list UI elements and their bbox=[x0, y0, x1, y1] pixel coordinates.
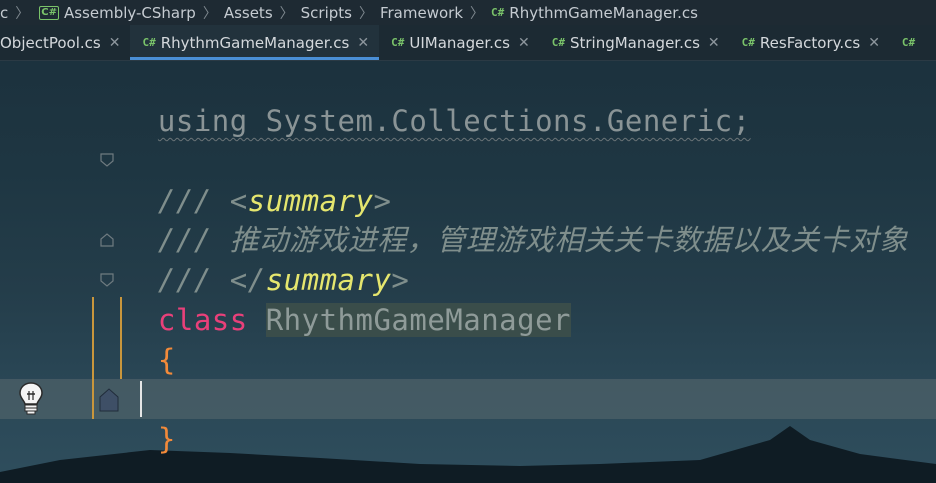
code-line-class-declaration[interactable]: class RhythmGameManager bbox=[122, 260, 572, 337]
csharp-file-icon: C# bbox=[551, 36, 565, 49]
tab-label: ObjectPool.cs bbox=[0, 33, 101, 52]
close-icon[interactable]: ✕ bbox=[708, 35, 720, 51]
close-icon[interactable]: ✕ bbox=[868, 35, 880, 51]
tab-resfactory[interactable]: C# ResFactory.cs ✕ bbox=[730, 25, 890, 60]
tab-label: StringManager.cs bbox=[569, 33, 700, 52]
fold-icon[interactable] bbox=[100, 153, 114, 167]
fold-icon[interactable] bbox=[100, 273, 114, 287]
breadcrumb: c 〉 C# Assembly-CSharp 〉 Assets 〉 Scripts 〉 F… bbox=[0, 0, 936, 25]
tab-stringmanager[interactable]: C# StringManager.cs ✕ bbox=[540, 25, 730, 60]
using-directive: using System.Collections.Generic; bbox=[157, 104, 751, 138]
code-line-doc-comment[interactable]: /// 推动游戏进程，管理游戏相关关卡数据以及关卡对象 bbox=[122, 180, 908, 257]
breadcrumb-item[interactable]: Assets 〉 bbox=[224, 3, 301, 23]
text-caret bbox=[140, 381, 142, 417]
chevron-right-icon: 〉 bbox=[202, 5, 217, 22]
tab-rhythmgamemanager[interactable]: C# RhythmGameManager.cs ✕ bbox=[130, 25, 380, 60]
chevron-right-icon: 〉 bbox=[358, 5, 373, 22]
close-brace: } bbox=[157, 422, 176, 456]
code-line-open-brace[interactable]: { bbox=[122, 300, 176, 377]
change-marker-gutter bbox=[92, 297, 94, 419]
editor-tab-bar: ObjectPool.cs ✕ C# RhythmGameManager.cs … bbox=[0, 25, 936, 61]
csharp-file-icon: C# bbox=[39, 5, 59, 20]
fold-icon[interactable] bbox=[100, 233, 114, 247]
tab-overflow[interactable]: C# bbox=[890, 25, 930, 60]
csharp-file-icon: C# bbox=[491, 6, 505, 19]
breadcrumb-item[interactable]: Framework 〉 bbox=[380, 3, 491, 23]
class-name: RhythmGameManager bbox=[265, 303, 572, 337]
csharp-file-icon: C# bbox=[901, 36, 916, 49]
breadcrumb-item[interactable]: c 〉 bbox=[0, 3, 36, 23]
tab-label: RhythmGameManager.cs bbox=[160, 33, 350, 52]
code-line-summary-open[interactable]: /// <summary> bbox=[122, 141, 391, 218]
chevron-right-icon: 〉 bbox=[15, 5, 30, 22]
code-line-using[interactable]: using System.Collections.Generic; bbox=[122, 61, 751, 138]
lightbulb-icon[interactable] bbox=[16, 380, 46, 418]
csharp-file-icon: C# bbox=[391, 36, 405, 49]
chevron-right-icon: 〉 bbox=[470, 5, 485, 22]
breadcrumb-item[interactable]: Scripts 〉 bbox=[301, 3, 380, 23]
tab-label: ResFactory.cs bbox=[759, 33, 861, 52]
csharp-file-icon: C# bbox=[741, 36, 755, 49]
close-icon[interactable]: ✕ bbox=[518, 35, 530, 51]
close-icon[interactable]: ✕ bbox=[109, 35, 121, 51]
tab-label: UIManager.cs bbox=[409, 33, 510, 52]
chevron-right-icon: 〉 bbox=[279, 5, 294, 22]
code-line-close-brace[interactable]: } bbox=[122, 379, 176, 456]
open-brace: { bbox=[157, 343, 176, 377]
tab-objectpool[interactable]: ObjectPool.cs ✕ bbox=[0, 25, 130, 60]
csharp-file-icon: C# bbox=[142, 36, 156, 49]
tab-uimanager[interactable]: C# UIManager.cs ✕ bbox=[379, 25, 540, 60]
breadcrumb-item[interactable]: C# RhythmGameManager.cs bbox=[491, 4, 698, 22]
close-icon[interactable]: ✕ bbox=[357, 35, 369, 51]
code-line-summary-close[interactable]: /// </summary> bbox=[122, 220, 409, 297]
breadcrumb-item[interactable]: C# Assembly-CSharp 〉 bbox=[36, 3, 224, 23]
bookmark-icon[interactable] bbox=[98, 386, 120, 412]
